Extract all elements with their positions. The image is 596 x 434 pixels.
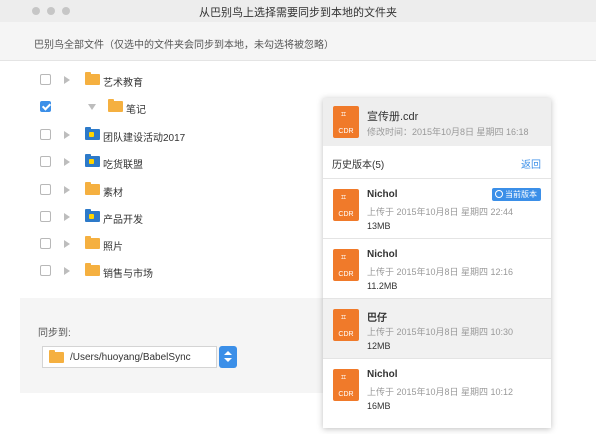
folder-label: 艺术教育	[103, 78, 143, 89]
folder-row[interactable]: 笔记	[0, 97, 330, 117]
file-name: 宣传册.cdr	[367, 111, 419, 123]
version-uploader: Nichol	[367, 249, 398, 260]
version-item[interactable]: ⌗ CDR Nichol 上传于 2015年10月8日 星期四 12:16 11…	[323, 238, 551, 298]
chevron-up-icon	[224, 351, 232, 355]
folder-icon	[85, 72, 100, 85]
version-upload-time: 上传于 2015年10月8日 星期四 10:30	[367, 327, 514, 337]
version-upload-time: 上传于 2015年10月8日 星期四 12:16	[367, 267, 514, 277]
folder-row[interactable]: 销售与市场	[0, 261, 330, 281]
folder-row[interactable]: 素材	[0, 180, 330, 200]
folder-checkbox[interactable]	[40, 129, 51, 140]
cdr-file-icon: ⌗ CDR	[333, 106, 359, 138]
folder-label: 素材	[103, 188, 123, 199]
sync-to-label: 同步到:	[38, 328, 71, 339]
folder-label: 吃货联盟	[103, 160, 143, 171]
file-type-label: CDR	[338, 211, 354, 218]
version-item[interactable]: ⌗ CDR Nichol 当前版本 上传于 2015年10月8日 星期四 22:…	[323, 178, 551, 238]
cdr-file-icon: ⌗ CDR	[333, 249, 359, 281]
vector-glyph-icon: ⌗	[341, 192, 347, 202]
version-file-size: 11.2MB	[367, 281, 398, 291]
cdr-file-icon: ⌗ CDR	[333, 369, 359, 401]
folder-label: 照片	[103, 242, 123, 253]
folder-icon	[49, 350, 64, 363]
disclosure-arrow-icon[interactable]	[64, 131, 70, 139]
version-item[interactable]: ⌗ CDR Nichol 上传于 2015年10月8日 星期四 10:12 16…	[323, 358, 551, 418]
folder-row[interactable]: 团队建设活动2017	[0, 125, 330, 145]
version-uploader: Nichol	[367, 369, 398, 380]
current-version-icon	[495, 190, 503, 198]
team-folder-icon	[85, 209, 100, 222]
folder-icon	[108, 99, 123, 112]
vector-glyph-icon: ⌗	[341, 312, 347, 322]
folder-row[interactable]: 照片	[0, 234, 330, 254]
disclosure-arrow-icon[interactable]	[64, 158, 70, 166]
file-modified-time: 修改时间：2015年10月8日 星期四 16:18	[367, 127, 529, 137]
folder-checkbox[interactable]	[40, 156, 51, 167]
version-file-size: 16MB	[367, 401, 391, 411]
window-title: 从巴别鸟上选择需要同步到本地的文件夹	[199, 7, 397, 19]
folder-icon	[85, 263, 100, 276]
disclosure-arrow-icon[interactable]	[64, 213, 70, 221]
disclosure-arrow-icon[interactable]	[64, 240, 70, 248]
folder-checkbox[interactable]	[40, 74, 51, 85]
file-type-label: CDR	[338, 128, 354, 135]
file-info-header: ⌗ CDR 宣传册.cdr 修改时间：2015年10月8日 星期四 16:18	[323, 98, 551, 146]
sync-target-panel: 同步到: /Users/huoyang/BabelSync	[20, 298, 325, 393]
version-file-size: 12MB	[367, 341, 391, 351]
file-type-label: CDR	[338, 271, 354, 278]
title-bar: 从巴别鸟上选择需要同步到本地的文件夹	[0, 0, 596, 22]
folder-icon	[85, 236, 100, 249]
folder-checkbox[interactable]	[40, 101, 51, 112]
sync-path-field[interactable]: /Users/huoyang/BabelSync	[42, 346, 217, 368]
version-upload-time: 上传于 2015年10月8日 星期四 22:44	[367, 207, 514, 217]
version-uploader: 巴仔	[367, 313, 387, 324]
version-history-popover: ⌗ CDR 宣传册.cdr 修改时间：2015年10月8日 星期四 16:18 …	[323, 98, 551, 428]
current-version-badge: 当前版本	[492, 188, 541, 201]
disclosure-arrow-icon[interactable]	[88, 104, 96, 110]
path-select-stepper[interactable]	[219, 346, 237, 368]
current-version-label: 当前版本	[505, 190, 537, 199]
sync-path-text: /Users/huoyang/BabelSync	[70, 352, 191, 363]
cdr-file-icon: ⌗ CDR	[333, 189, 359, 221]
folder-icon	[85, 182, 100, 195]
folder-checkbox[interactable]	[40, 238, 51, 249]
disclosure-arrow-icon[interactable]	[64, 186, 70, 194]
disclosure-arrow-icon[interactable]	[64, 267, 70, 275]
folder-tree-header: 巴别鸟全部文件（仅选中的文件夹会同步到本地，未勾选将被忽略）	[0, 22, 596, 61]
cdr-file-icon: ⌗ CDR	[333, 309, 359, 341]
version-item[interactable]: ⌗ CDR 巴仔 上传于 2015年10月8日 星期四 10:30 12MB	[323, 298, 551, 358]
back-link[interactable]: 返回	[521, 156, 541, 171]
vector-glyph-icon: ⌗	[341, 372, 347, 382]
vector-glyph-icon: ⌗	[341, 252, 347, 262]
disclosure-arrow-icon[interactable]	[64, 76, 70, 84]
header-description: 巴别鸟全部文件（仅选中的文件夹会同步到本地，未勾选将被忽略）	[34, 40, 334, 51]
folder-row[interactable]: 吃货联盟	[0, 152, 330, 172]
folder-row[interactable]: 产品开发	[0, 207, 330, 227]
folder-checkbox[interactable]	[40, 184, 51, 195]
folder-label: 销售与市场	[103, 269, 153, 280]
folder-checkbox[interactable]	[40, 265, 51, 276]
folder-label: 笔记	[126, 105, 146, 116]
vector-glyph-icon: ⌗	[341, 109, 347, 119]
file-type-label: CDR	[338, 391, 354, 398]
folder-checkbox[interactable]	[40, 211, 51, 222]
team-folder-icon	[85, 154, 100, 167]
history-versions-label: 历史版本(5)	[332, 160, 385, 171]
version-upload-time: 上传于 2015年10月8日 星期四 10:12	[367, 387, 514, 397]
folder-label: 团队建设活动2017	[103, 133, 186, 144]
chevron-down-icon	[224, 358, 232, 362]
folder-row[interactable]: 艺术教育	[0, 70, 330, 90]
version-file-size: 13MB	[367, 221, 391, 231]
folder-label: 产品开发	[103, 215, 143, 226]
version-uploader: Nichol	[367, 189, 398, 200]
file-type-label: CDR	[338, 331, 354, 338]
team-folder-icon	[85, 127, 100, 140]
